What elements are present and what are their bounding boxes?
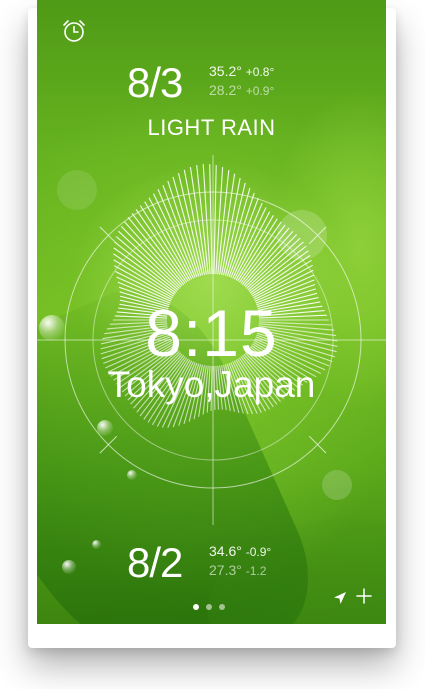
page-dot[interactable] bbox=[206, 604, 212, 610]
previous-date: 8/2 bbox=[127, 539, 183, 586]
previous-high-row: 34.6° -0.9° bbox=[209, 542, 271, 561]
page-indicator[interactable] bbox=[193, 604, 225, 610]
radial-ray bbox=[118, 230, 180, 289]
radial-ray bbox=[172, 176, 202, 276]
radial-ray bbox=[148, 197, 193, 280]
radial-ray bbox=[209, 164, 213, 275]
radial-ray bbox=[120, 225, 182, 288]
page-dot[interactable] bbox=[193, 604, 199, 610]
previous-high-change: -0.9° bbox=[245, 545, 272, 559]
page-dot[interactable] bbox=[219, 604, 225, 610]
radial-ray bbox=[226, 192, 255, 277]
previous-high-temp: 34.6° bbox=[209, 543, 242, 559]
radial-ray bbox=[244, 234, 298, 288]
location-name: Tokyo,Japan bbox=[107, 364, 316, 405]
location-arrow-icon[interactable] bbox=[332, 590, 348, 606]
plus-icon[interactable] bbox=[355, 587, 373, 605]
previous-temperatures: 34.6° -0.9° 27.3° -1.2 bbox=[209, 542, 271, 580]
previous-low-row: 27.3° -1.2 bbox=[209, 561, 271, 580]
app-screen: 8/3 35.2° +0.8° 28.2° +0.9° LIGHT RAIN 8… bbox=[37, 0, 386, 624]
previous-low-change: -1.2 bbox=[245, 564, 267, 578]
previous-low-temp: 27.3° bbox=[209, 562, 242, 578]
clock-time: 8:15 bbox=[145, 296, 278, 370]
